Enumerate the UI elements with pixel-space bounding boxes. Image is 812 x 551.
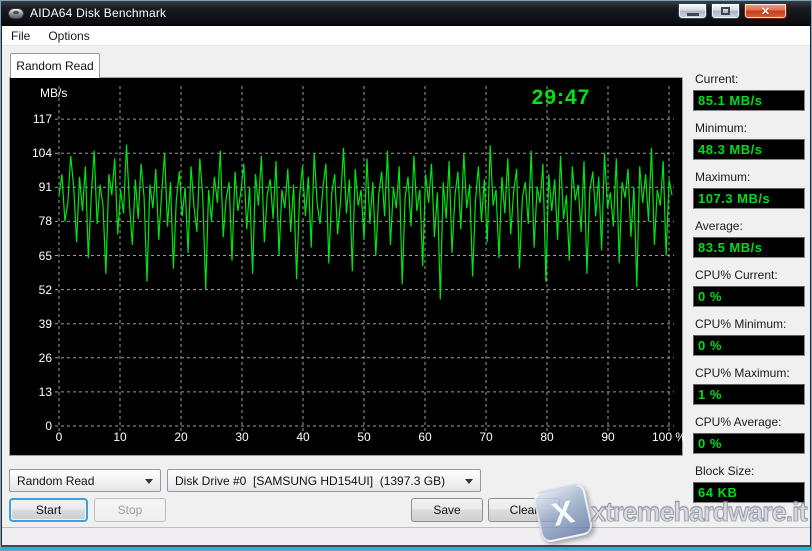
stat-label: Average: [695,219,805,233]
menu-options[interactable]: Options [39,27,98,45]
title-bar: AIDA64 Disk Benchmark ✕ [1,1,811,26]
benchmark-chart: 1171049178655239261300102030405060708090… [9,77,683,456]
stat-block: CPU% Current: 0 % [693,268,805,307]
stat-value: 1 % [693,384,805,405]
window-controls: ✕ [678,3,787,19]
stat-block: CPU% Average: 0 % [693,415,805,454]
stat-label: CPU% Minimum: [695,317,805,331]
x-axis-tick-label: 0 [34,430,84,444]
y-axis-tick-label: 91 [16,180,52,194]
stat-value: 85.1 MB/s [693,90,805,111]
y-axis-tick-label: 65 [16,249,52,263]
stat-block: CPU% Maximum: 1 % [693,366,805,405]
chevron-down-icon [145,479,153,484]
status-bar [2,527,810,545]
stat-label: CPU% Current: [695,268,805,282]
minimize-button[interactable] [678,3,707,19]
y-axis-tick-label: 117 [16,112,52,126]
elapsed-time: 29:47 [515,86,607,110]
stat-block: Current: 85.1 MB/s [693,72,805,111]
disk-drive-value: Disk Drive #0 [SAMSUNG HD154UI] (1397.3 … [175,474,445,488]
maximize-button[interactable] [711,3,740,19]
stat-value: 48.3 MB/s [693,139,805,160]
x-axis-tick-label: 70 [461,430,511,444]
stat-value: 83.5 MB/s [693,237,805,258]
menu-bar: File Options [2,26,810,46]
stats-panel: Current: 85.1 MB/s Minimum: 48.3 MB/s Maximu… [693,72,805,513]
stat-value: 0 % [693,286,805,307]
benchmark-type-select[interactable]: Random Read [9,469,161,492]
stat-block: Minimum: 48.3 MB/s [693,121,805,160]
x-axis-tick-label: 30 [217,430,267,444]
stat-value: 0 % [693,433,805,454]
stop-button: Stop [94,498,166,522]
y-axis-tick-label: 78 [16,214,52,228]
minimize-icon [687,13,699,16]
y-axis-tick-label: 13 [16,385,52,399]
y-axis-tick-label: 104 [16,146,52,160]
menu-file[interactable]: File [2,27,39,45]
stat-block: Maximum: 107.3 MB/s [693,170,805,209]
stat-value: 0 % [693,335,805,356]
chart-canvas [10,78,682,455]
y-axis-tick-label: 26 [16,351,52,365]
clear-button[interactable]: Clear [488,498,560,522]
stat-label: Minimum: [695,121,805,135]
x-axis-tick-label: 80 [522,430,572,444]
y-axis-tick-label: 52 [16,283,52,297]
close-button[interactable]: ✕ [744,3,787,19]
stat-label: Block Size: [695,464,805,478]
stat-block: Average: 83.5 MB/s [693,219,805,258]
x-axis-tick-label: 50 [339,430,389,444]
x-axis-tick-label: 40 [278,430,328,444]
x-axis-tick-label: 60 [400,430,450,444]
save-button[interactable]: Save [411,498,483,522]
x-axis-tick-label: 10 [95,430,145,444]
x-axis-tick-label: 90 [583,430,633,444]
window-title: AIDA64 Disk Benchmark [30,6,166,20]
chevron-down-icon [465,479,473,484]
benchmark-type-value: Random Read [17,474,94,488]
stat-block: CPU% Minimum: 0 % [693,317,805,356]
tab-random-read[interactable]: Random Read [10,53,100,78]
stat-value: 64 KB [693,482,805,503]
app-window: AIDA64 Disk Benchmark ✕ File Options Ran… [0,0,812,551]
y-axis-unit-label: MB/s [40,86,67,100]
maximize-icon [721,7,730,15]
stat-label: Maximum: [695,170,805,184]
disk-drive-select[interactable]: Disk Drive #0 [SAMSUNG HD154UI] (1397.3 … [167,469,481,492]
disk-app-icon [8,8,24,19]
x-axis-tick-label: 20 [156,430,206,444]
stat-value: 107.3 MB/s [693,188,805,209]
y-axis-tick-label: 39 [16,317,52,331]
stat-label: CPU% Maximum: [695,366,805,380]
stat-block: Block Size: 64 KB [693,464,805,503]
x-axis-tick-label: 100 % [644,430,694,444]
start-button[interactable]: Start [9,498,88,522]
stat-label: CPU% Average: [695,415,805,429]
stat-label: Current: [695,72,805,86]
